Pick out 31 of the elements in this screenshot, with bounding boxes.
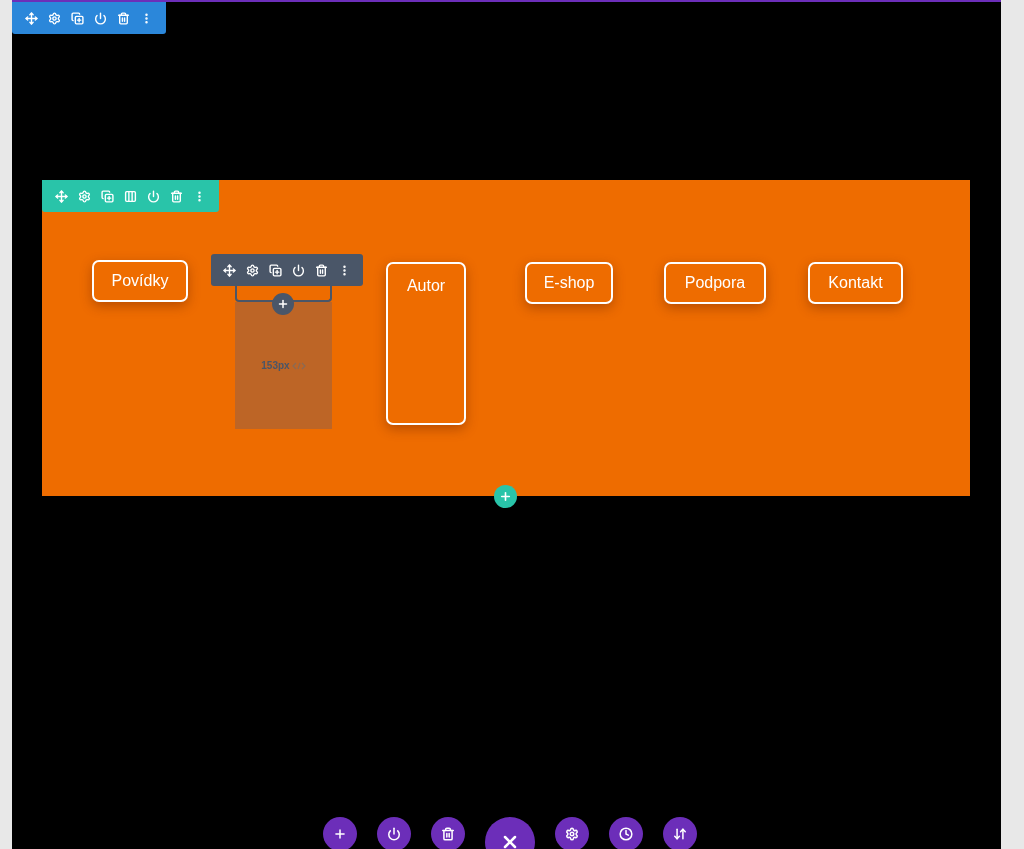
trash-icon bbox=[315, 263, 328, 277]
trash-icon bbox=[441, 827, 455, 841]
settings-icon bbox=[48, 11, 61, 25]
nav-button[interactable]: Kontakt bbox=[808, 262, 903, 304]
duplicate-icon bbox=[101, 189, 114, 203]
trash-icon bbox=[117, 11, 130, 25]
nav-button[interactable]: E-shop bbox=[525, 262, 613, 304]
spacing-label: 153px bbox=[261, 359, 290, 373]
columns-icon bbox=[124, 189, 137, 203]
plus-icon bbox=[499, 490, 512, 503]
sort-icon bbox=[673, 827, 687, 841]
duplicate-icon bbox=[269, 263, 282, 277]
trash-icon bbox=[170, 189, 183, 203]
nav-button[interactable]: Povídky bbox=[92, 260, 188, 302]
clock-icon bbox=[619, 827, 633, 841]
move-icon bbox=[223, 263, 236, 277]
power-icon bbox=[94, 11, 107, 25]
settings-icon bbox=[565, 827, 579, 841]
plus-icon bbox=[277, 298, 289, 310]
settings-icon bbox=[78, 189, 91, 203]
move-icon bbox=[55, 189, 68, 203]
nav-button[interactable]: Podpora bbox=[664, 262, 766, 304]
duplicate-icon bbox=[71, 11, 84, 25]
nav-button[interactable]: Autor bbox=[386, 262, 466, 425]
power-icon bbox=[292, 263, 305, 277]
code-icon bbox=[291, 361, 306, 370]
plus-icon bbox=[333, 827, 347, 841]
power-icon bbox=[387, 827, 401, 841]
settings-icon bbox=[246, 263, 259, 277]
power-icon bbox=[147, 189, 160, 203]
move-icon bbox=[25, 11, 38, 25]
